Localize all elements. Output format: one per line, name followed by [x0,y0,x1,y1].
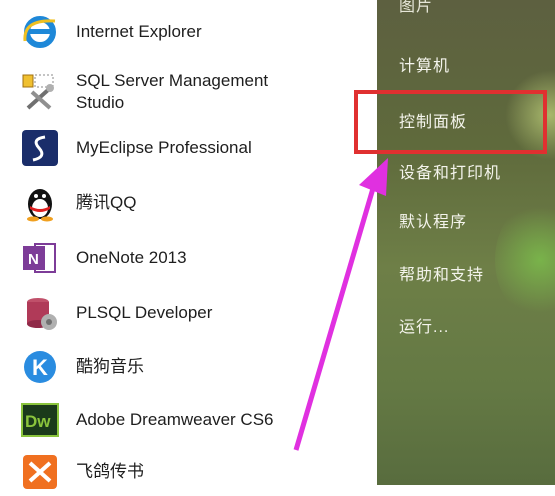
program-label: PLSQL Developer [76,303,213,322]
program-label: Internet Explorer [76,22,202,41]
program-label: SQL Server Management Studio [76,71,269,112]
feige-icon [20,452,60,492]
program-kugou[interactable]: K 酷狗音乐 [20,343,370,391]
program-qq[interactable]: 腾讯QQ [20,179,370,227]
program-label: 酷狗音乐 [76,357,144,376]
plsql-database-icon [20,293,60,333]
svg-text:Dw: Dw [25,412,51,431]
menu-item-help-support[interactable]: 帮助和支持 [399,261,484,285]
qq-penguin-icon [20,183,60,223]
program-dreamweaver[interactable]: Dw Adobe Dreamweaver CS6 [20,396,370,444]
program-label: 腾讯QQ [76,193,137,212]
program-label: Adobe Dreamweaver CS6 [76,410,274,429]
program-feige[interactable]: 飞鸽传书 [20,448,370,496]
program-internet-explorer[interactable]: Internet Explorer [20,8,370,56]
kugou-music-icon: K [20,347,60,387]
dreamweaver-icon: Dw [20,400,60,440]
myeclipse-icon [20,128,60,168]
menu-item-computer[interactable]: 计算机 [399,52,450,76]
menu-item-devices-printers[interactable]: 设备和打印机 [399,159,501,183]
sql-server-tools-icon [20,72,60,112]
program-label: MyEclipse Professional [76,138,252,157]
program-sql-server[interactable]: SQL Server Management Studio [20,68,370,116]
control-panel-highlight-box [354,90,547,154]
menu-item-run[interactable]: 运行... [399,313,449,337]
program-label: 飞鸽传书 [76,462,144,481]
programs-pane: Internet Explorer SQL Server Management … [0,0,377,489]
program-myeclipse[interactable]: MyEclipse Professional [20,124,370,172]
onenote-icon: N [20,238,60,278]
menu-item-partial[interactable]: 图片 [399,0,433,16]
internet-explorer-icon [20,12,60,52]
menu-item-default-programs[interactable]: 默认程序 [399,208,467,232]
program-plsql[interactable]: PLSQL Developer [20,289,370,337]
program-onenote[interactable]: N OneNote 2013 [20,234,370,282]
svg-text:K: K [32,355,48,380]
start-menu-right-pane: 图片 计算机 控制面板 设备和打印机 默认程序 帮助和支持 运行... [377,0,555,485]
program-label: OneNote 2013 [76,248,187,267]
svg-text:N: N [28,251,39,268]
